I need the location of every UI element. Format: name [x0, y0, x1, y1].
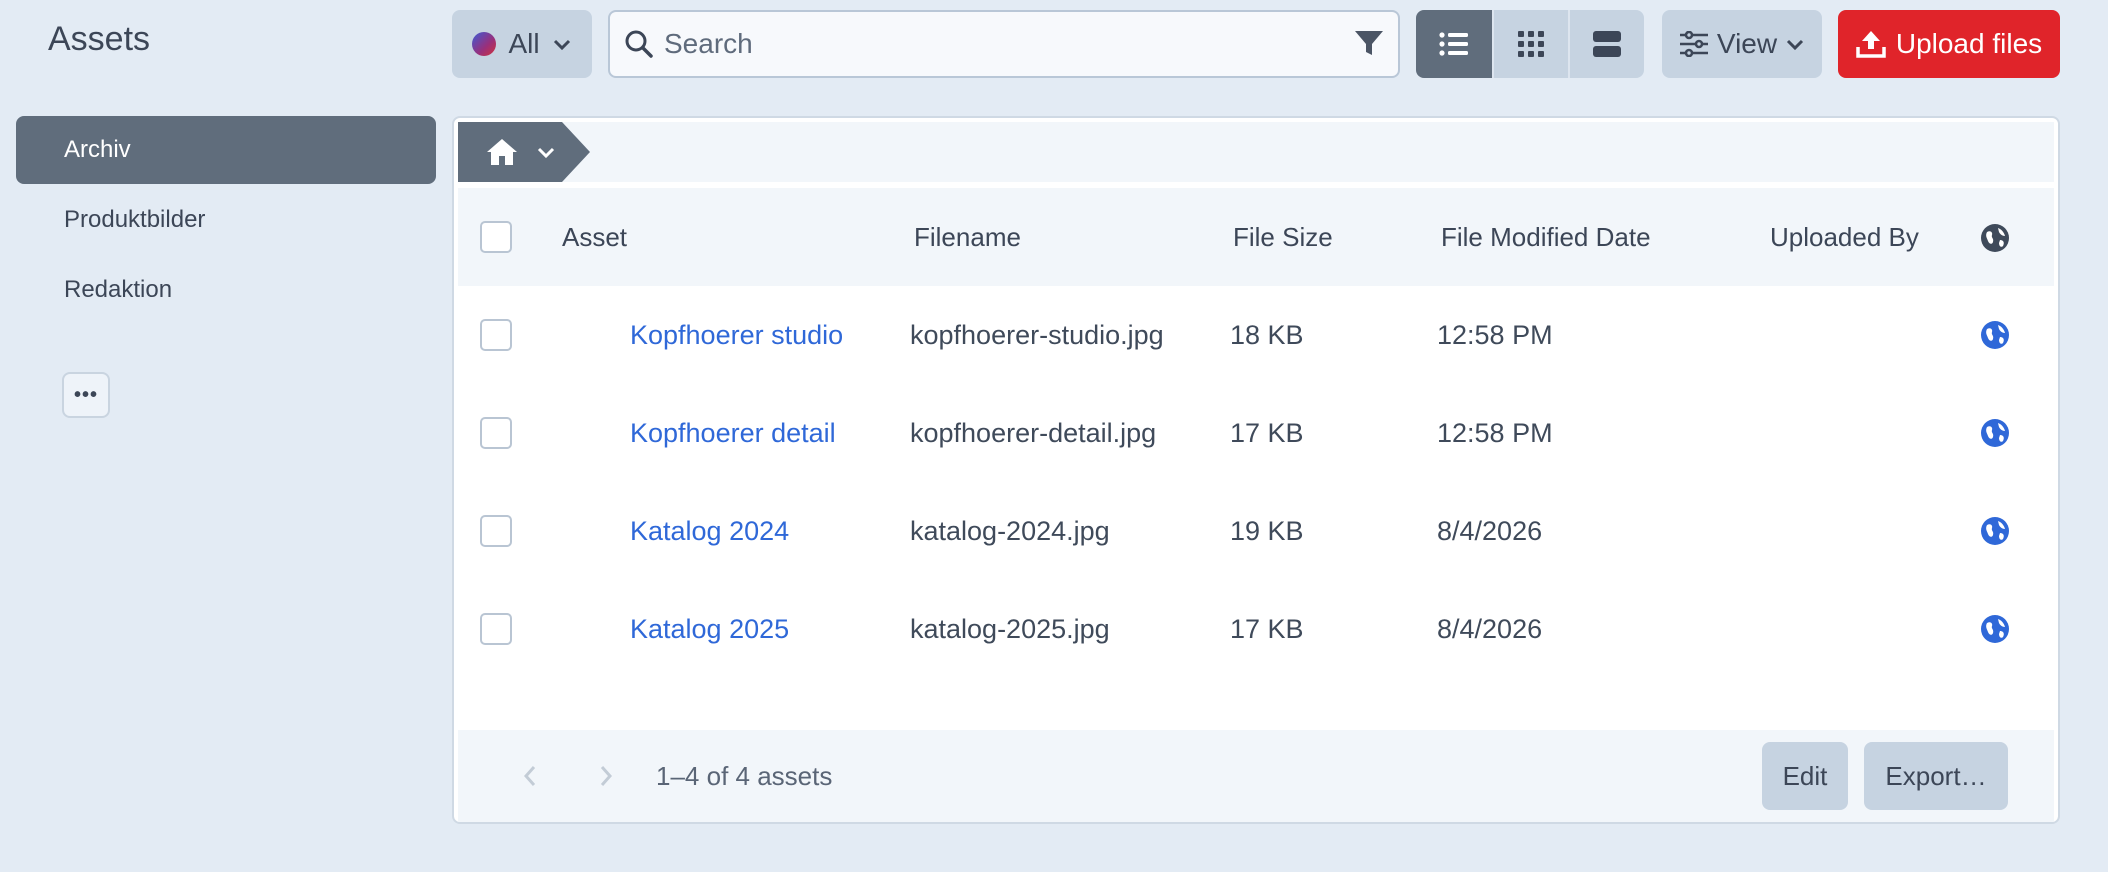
- modified-date-cell: 12:58 PM: [1437, 319, 1553, 350]
- table-row[interactable]: Kopfhoerer studio kopfhoerer-studio.jpg …: [458, 286, 2054, 384]
- asset-link[interactable]: Katalog 2025: [630, 580, 789, 678]
- previous-page-button[interactable]: [522, 730, 538, 822]
- next-page-button[interactable]: [598, 730, 614, 822]
- sidebar-item-produktbilder[interactable]: Produktbilder: [16, 186, 436, 254]
- search-icon: [625, 30, 653, 58]
- page-title: Assets: [48, 20, 151, 58]
- column-asset[interactable]: Asset: [562, 188, 627, 286]
- globe-icon[interactable]: [1980, 320, 2010, 350]
- table-row[interactable]: Kopfhoerer detail kopfhoerer-detail.jpg …: [458, 384, 2054, 482]
- list-view-button[interactable]: [1416, 10, 1492, 78]
- modified-date-cell: 8/4/2026: [1437, 613, 1543, 644]
- chevron-down-icon: [1787, 39, 1804, 51]
- pagination-count: 1–4 of 4 assets: [656, 760, 833, 791]
- file-size-cell: 17 KB: [1230, 613, 1304, 644]
- asset-link[interactable]: Katalog 2024: [630, 482, 789, 580]
- upload-icon: [1856, 31, 1886, 58]
- row-checkbox[interactable]: [480, 613, 512, 645]
- chevron-left-icon: [523, 766, 536, 786]
- row-checkbox[interactable]: [480, 515, 512, 547]
- globe-icon[interactable]: [1980, 418, 2010, 448]
- select-all-checkbox[interactable]: [480, 221, 512, 253]
- filter-icon[interactable]: [1354, 30, 1384, 58]
- export-button[interactable]: Export…: [1864, 742, 2008, 810]
- filename-cell: kopfhoerer-studio.jpg: [910, 319, 1164, 350]
- view-options-button[interactable]: View: [1662, 10, 1822, 78]
- file-size-cell: 17 KB: [1230, 417, 1304, 448]
- search-field[interactable]: [608, 10, 1400, 78]
- table-row[interactable]: Katalog 2024 katalog-2024.jpg 19 KB 8/4/…: [458, 482, 2054, 580]
- filename-cell: katalog-2025.jpg: [910, 613, 1110, 644]
- upload-label: Upload files: [1895, 28, 2043, 59]
- modified-date-cell: 8/4/2026: [1437, 515, 1543, 546]
- chevron-down-icon: [553, 39, 570, 51]
- cards-icon: [1593, 31, 1621, 57]
- grid-icon: [1518, 31, 1544, 57]
- edit-button[interactable]: Edit: [1762, 742, 1848, 810]
- layout-switcher: [1416, 10, 1644, 78]
- asset-link[interactable]: Kopfhoerer detail: [630, 384, 836, 482]
- view-label: View: [1716, 28, 1778, 59]
- grid-view-button[interactable]: [1492, 10, 1568, 78]
- filename-cell: kopfhoerer-detail.jpg: [910, 417, 1157, 448]
- breadcrumb: [458, 122, 2054, 182]
- site-filter-label: All: [508, 28, 540, 59]
- table-header: Asset Filename File Size File Modified D…: [458, 188, 2054, 286]
- column-file-size[interactable]: File Size: [1233, 188, 1333, 286]
- more-options-button[interactable]: •••: [62, 372, 110, 418]
- filename-cell: katalog-2024.jpg: [910, 515, 1110, 546]
- file-size-cell: 19 KB: [1230, 515, 1304, 546]
- globe-icon[interactable]: [1980, 516, 2010, 546]
- upload-files-button[interactable]: Upload files: [1838, 10, 2060, 78]
- row-checkbox[interactable]: [480, 417, 512, 449]
- sidebar-item-archiv[interactable]: Archiv: [16, 116, 436, 184]
- file-size-cell: 18 KB: [1230, 319, 1304, 350]
- search-input[interactable]: [664, 28, 1354, 60]
- asset-panel: Asset Filename File Size File Modified D…: [452, 116, 2060, 824]
- table-row[interactable]: Katalog 2025 katalog-2025.jpg 17 KB 8/4/…: [458, 580, 2054, 678]
- home-icon: [487, 139, 517, 165]
- row-checkbox[interactable]: [480, 319, 512, 351]
- chevron-right-icon: [600, 766, 613, 786]
- list-icon: [1439, 32, 1468, 56]
- sidebar-item-redaktion[interactable]: Redaktion: [16, 256, 436, 324]
- globe-icon[interactable]: [1980, 614, 2010, 644]
- column-uploaded-by[interactable]: Uploaded By: [1770, 188, 1919, 286]
- chevron-down-icon: [537, 147, 555, 159]
- sliders-icon: [1679, 31, 1708, 57]
- breadcrumb-home[interactable]: [458, 122, 590, 182]
- site-icon: [472, 32, 497, 56]
- table-footer: 1–4 of 4 assets Edit Export…: [458, 730, 2054, 822]
- modified-date-cell: 12:58 PM: [1437, 417, 1553, 448]
- site-filter-button[interactable]: All: [452, 10, 592, 78]
- column-filename[interactable]: Filename: [914, 188, 1021, 286]
- cards-view-button[interactable]: [1568, 10, 1644, 78]
- column-file-modified-date[interactable]: File Modified Date: [1441, 188, 1651, 286]
- folder-sidebar: Archiv Produktbilder Redaktion: [16, 116, 436, 326]
- asset-link[interactable]: Kopfhoerer studio: [630, 286, 843, 384]
- globe-icon: [1981, 224, 2009, 252]
